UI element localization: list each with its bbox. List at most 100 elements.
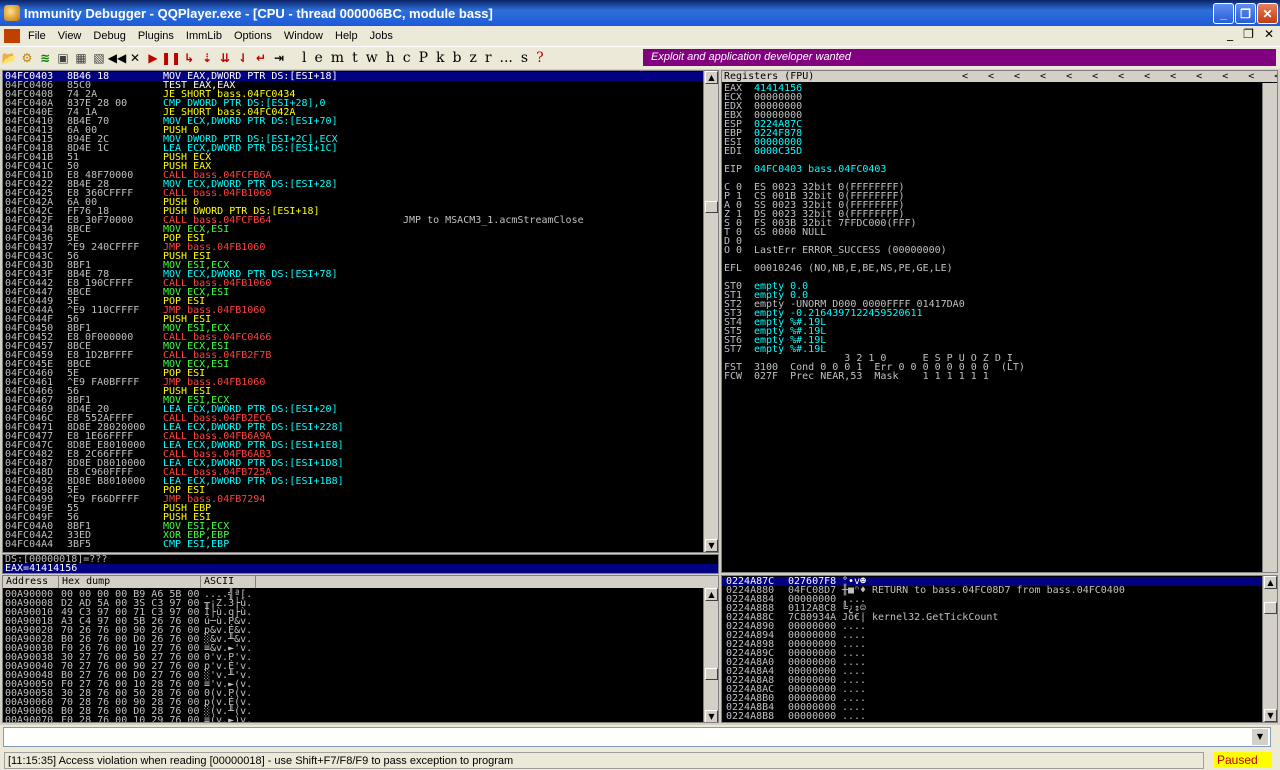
pause-icon[interactable]: ❚❚: [161, 51, 181, 65]
stack-row[interactable]: 0224A8B8 00000000....: [722, 712, 1277, 722]
disasm-row[interactable]: 04FC0425 E8 360CFFFF CALL bass.04FB1060: [3, 189, 718, 199]
dump-row[interactable]: 00A90070 F0 28 76 00 10 29 76 00 ≡(v.►)v.: [3, 716, 718, 723]
register-row[interactable]: T 0 GS 0000 NULL: [722, 228, 1277, 238]
disasm-row[interactable]: 04FC0403 8B46 18 MOV EAX,DWORD PTR DS:[ESI…: [3, 72, 718, 82]
menu-item-options[interactable]: Options: [228, 30, 278, 42]
memory-icon[interactable]: ▧: [92, 51, 106, 65]
toolbar-letter-button[interactable]: ?: [536, 50, 544, 66]
register-row[interactable]: EBX 00000000: [722, 111, 1277, 121]
disasm-row[interactable]: 04FC0466 56 PUSH ESI: [3, 387, 718, 397]
disasm-row[interactable]: 04FC0434 8BCE MOV ECX,ESI: [3, 225, 718, 235]
maximize-button[interactable]: ❐: [1235, 3, 1256, 24]
register-row[interactable]: EAX 41414156: [722, 84, 1277, 94]
disasm-row[interactable]: 04FC0459 E8 1D2BFFFF CALL bass.04FB2F7B: [3, 351, 718, 361]
step-over-icon[interactable]: ⇣: [200, 51, 214, 65]
disasm-row[interactable]: 04FC049E 55 PUSH EBP: [3, 504, 718, 514]
stack-scrollbar[interactable]: ▲ ▼: [1262, 576, 1277, 722]
toolbar-letter-button[interactable]: P: [419, 50, 428, 66]
menu-item-plugins[interactable]: Plugins: [132, 30, 180, 42]
dump-scroll-down-arrow[interactable]: ▼: [705, 710, 718, 722]
toolbar-letter-button[interactable]: w: [366, 50, 378, 66]
toolbar-letter-button[interactable]: h: [386, 50, 395, 66]
toolbar-letter-button[interactable]: ...: [500, 50, 513, 66]
stack-scroll-up-arrow[interactable]: ▲: [1264, 576, 1277, 589]
disasm-row[interactable]: 04FC0499 ^E9 F66DFFFF JMP bass.04FB7294: [3, 495, 718, 505]
disasm-row[interactable]: 04FC04A2 33ED XOR EBP,EBP: [3, 531, 718, 541]
attach-icon[interactable]: ⚙: [20, 51, 34, 65]
register-row[interactable]: EFL 00010246 (NO,NB,E,BE,NS,PE,GE,LE): [722, 264, 1277, 274]
disasm-row[interactable]: 04FC0461 ^E9 FA0BFFFF JMP bass.04FB1060: [3, 378, 718, 388]
toolbar-letter-button[interactable]: t: [352, 50, 358, 66]
scroll-thumb[interactable]: [705, 201, 718, 213]
python-icon[interactable]: ≋: [38, 51, 52, 65]
dump-scroll-up-arrow[interactable]: ▲: [705, 588, 718, 601]
disasm-row[interactable]: 04FC040A 837E 28 00 CMP DWORD PTR DS:[ESI+…: [3, 99, 718, 109]
menu-item-debug[interactable]: Debug: [87, 30, 131, 42]
disasm-row[interactable]: 04FC040E 74 1A JE SHORT bass.04FC042A: [3, 108, 718, 118]
toolbar-letter-button[interactable]: c: [403, 50, 411, 66]
open-icon[interactable]: 📂: [2, 51, 17, 65]
disasm-row[interactable]: 04FC0410 8B4E 70 MOV ECX,DWORD PTR DS:[ESI…: [3, 117, 718, 127]
disasm-row[interactable]: 04FC0437 ^E9 240CFFFF JMP bass.04FB1060: [3, 243, 718, 253]
trace-over-icon[interactable]: ⇃: [236, 51, 250, 65]
scroll-up-arrow[interactable]: ▲: [705, 71, 718, 84]
command-dropdown-icon[interactable]: ▼: [1252, 729, 1268, 745]
disasm-row[interactable]: 04FC043D 8BF1 MOV ESI,ECX: [3, 261, 718, 271]
disassembly-pane[interactable]: 04FC0403 8B46 18 MOV EAX,DWORD PTR DS:[ESI…: [2, 70, 719, 553]
command-input[interactable]: ▼: [3, 727, 1271, 747]
step-into-icon[interactable]: ↳: [182, 51, 196, 65]
menu-item-window[interactable]: Window: [278, 30, 329, 42]
run-icon[interactable]: ▶: [146, 51, 160, 65]
disasm-row[interactable]: 04FC0442 E8 190CFFFF CALL bass.04FB1060: [3, 279, 718, 289]
disasm-row[interactable]: 04FC041D E8 48F70000 CALL bass.04FCFB6A: [3, 171, 718, 181]
col-ascii[interactable]: ASCII: [201, 576, 256, 588]
disasm-row[interactable]: 04FC0413 6A 00 PUSH 0: [3, 126, 718, 136]
stack-scroll-thumb[interactable]: [1264, 602, 1277, 614]
disasm-row[interactable]: 04FC041B 51 PUSH ECX: [3, 153, 718, 163]
mdi-restore-button[interactable]: ❐: [1243, 27, 1254, 41]
menu-item-help[interactable]: Help: [329, 30, 364, 42]
scroll-down-arrow[interactable]: ▼: [705, 539, 718, 552]
close-program-icon[interactable]: ✕: [128, 51, 142, 65]
disasm-row[interactable]: 04FC043C 56 PUSH ESI: [3, 252, 718, 262]
goto-icon[interactable]: ⇥: [272, 51, 286, 65]
register-row[interactable]: EBP 0224F878: [722, 129, 1277, 139]
stack-scroll-down-arrow[interactable]: ▼: [1264, 709, 1277, 722]
menu-item-view[interactable]: View: [52, 30, 88, 42]
toolbar-letter-button[interactable]: k: [436, 50, 444, 66]
dump-scroll-thumb[interactable]: [705, 668, 718, 680]
disasm-row[interactable]: 04FC044A ^E9 110CFFFF JMP bass.04FB1060: [3, 306, 718, 316]
register-row[interactable]: EIP 04FC0403 bass.04FC0403: [722, 165, 1277, 175]
mdi-minimize-button[interactable]: _: [1227, 27, 1233, 41]
minimize-button[interactable]: _: [1213, 3, 1234, 24]
pycommand-icon[interactable]: ▣: [56, 51, 70, 65]
close-button[interactable]: ✕: [1257, 3, 1278, 24]
toolbar-letter-button[interactable]: b: [452, 50, 461, 66]
trace-into-icon[interactable]: ⇊: [218, 51, 232, 65]
disasm-row[interactable]: 04FC0467 8BF1 MOV ESI,ECX: [3, 396, 718, 406]
register-row[interactable]: ECX 00000000: [722, 93, 1277, 103]
dump-scrollbar[interactable]: ▲ ▼: [703, 588, 718, 722]
disassembly-scrollbar[interactable]: ▲ ▼: [703, 71, 718, 552]
mdi-close-button[interactable]: ✕: [1264, 27, 1274, 41]
menu-item-file[interactable]: File: [22, 30, 52, 42]
disasm-row[interactable]: 04FC045E 8BCE MOV ECX,ESI: [3, 360, 718, 370]
toolbar-letter-button[interactable]: m: [331, 50, 344, 66]
menu-item-immlib[interactable]: ImmLib: [180, 30, 228, 42]
disasm-row[interactable]: 04FC04A0 8BF1 MOV ESI,ECX: [3, 522, 718, 532]
disasm-row[interactable]: 04FC0492 8D8E B8010000 LEA ECX,DWORD PTR D…: [3, 477, 718, 487]
toolbar-letter-button[interactable]: z: [469, 50, 476, 66]
disasm-row[interactable]: 04FC042F E8 30F70000 CALL bass.04FCFB64 JMP…: [3, 216, 718, 226]
cpu-window-icon[interactable]: [4, 29, 20, 43]
restart-icon[interactable]: ◀◀: [108, 51, 126, 65]
register-row[interactable]: ESP 0224A87C: [722, 120, 1277, 130]
disasm-row[interactable]: 04FC0415 894E 2C MOV DWORD PTR DS:[ESI+2C]…: [3, 135, 718, 145]
register-row[interactable]: ESI 00000000: [722, 138, 1277, 148]
disasm-row[interactable]: 04FC0447 8BCE MOV ECX,ESI: [3, 288, 718, 298]
disasm-row[interactable]: 04FC0406 85C0 TEST EAX,EAX: [3, 81, 718, 91]
toolbar-letter-button[interactable]: l: [302, 50, 306, 66]
register-nav-arrows[interactable]: <<<<<<<<<<<<<: [962, 71, 1277, 82]
disasm-row[interactable]: 04FC044F 56 PUSH ESI: [3, 315, 718, 325]
title-bar[interactable]: Immunity Debugger - QQPlayer.exe - [CPU …: [0, 0, 1280, 26]
stack-pane[interactable]: 0224A87C 027607F8 °•v☻ 0224A880 04FC08D7 ╫■ⁿ♦…: [721, 575, 1278, 723]
